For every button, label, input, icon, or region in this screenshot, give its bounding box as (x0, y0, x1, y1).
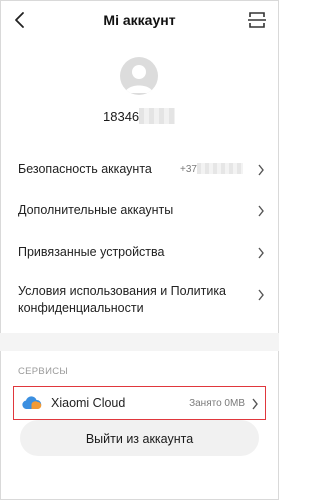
logout-button[interactable]: Выйти из аккаунта (20, 420, 259, 456)
header: Mi аккаунт (0, 0, 279, 44)
xiaomi-cloud-label: Xiaomi Cloud (51, 396, 126, 410)
menu-item-linked-devices[interactable]: Привязанные устройства (0, 241, 279, 265)
chevron-right-icon (258, 247, 264, 259)
section-divider (0, 333, 279, 351)
avatar[interactable] (120, 57, 158, 95)
storage-usage: Занято 0MB (189, 398, 245, 409)
chevron-right-icon (258, 164, 264, 176)
chevron-right-icon (252, 398, 258, 410)
redacted-phone-number (197, 163, 243, 174)
user-id: 18346 (103, 109, 140, 124)
menu-item-label: Условия использования и Политика конфиде… (18, 284, 227, 315)
menu-item-label: Безопасность аккаунта (18, 162, 152, 176)
section-label-services: СЕРВИСЫ (18, 366, 69, 377)
user-avatar-icon (125, 65, 153, 93)
page-title: Mi аккаунт (103, 12, 176, 28)
phone-number: +37 (180, 164, 197, 175)
menu-item-label: Привязанные устройства (18, 245, 165, 259)
menu-item-label: Дополнительные аккаунты (18, 203, 174, 217)
chevron-right-icon (258, 289, 264, 301)
chevron-right-icon (258, 205, 264, 217)
scan-icon[interactable] (247, 11, 267, 29)
menu-item-account-security[interactable]: Безопасность аккаунта +37 (0, 158, 279, 182)
menu-item-terms-privacy[interactable]: Условия использования и Политика конфиде… (0, 280, 279, 320)
menu-item-additional-accounts[interactable]: Дополнительные аккаунты (0, 199, 279, 223)
xiaomi-cloud-icon (22, 396, 42, 409)
redacted-user-id (139, 108, 175, 124)
xiaomi-cloud-item[interactable]: Xiaomi Cloud Занято 0MB (13, 386, 266, 420)
